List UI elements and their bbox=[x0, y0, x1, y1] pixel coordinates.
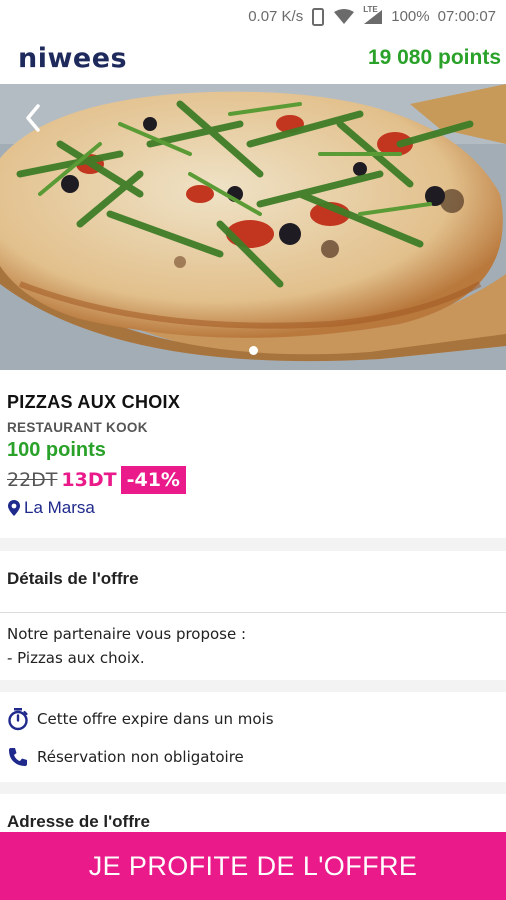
section-divider bbox=[0, 538, 506, 551]
chevron-left-icon bbox=[26, 104, 40, 132]
niwees-logo[interactable]: niwees bbox=[18, 43, 127, 74]
clock: 07:00:07 bbox=[437, 8, 496, 25]
phone-icon bbox=[9, 748, 27, 766]
offer-photo-carousel[interactable] bbox=[0, 84, 506, 370]
address-heading: Adresse de l'offre bbox=[0, 794, 506, 834]
offer-conditions: Cette offre expire dans un mois Réservat… bbox=[0, 692, 506, 782]
map-pin-icon bbox=[8, 500, 20, 516]
new-price: 13DT bbox=[61, 469, 117, 491]
location-name: La Marsa bbox=[24, 498, 95, 517]
network-type: LTE bbox=[363, 4, 378, 14]
offer-title: PIZZAS AUX CHOIX bbox=[7, 392, 181, 412]
offer-summary: PIZZAS AUX CHOIX RESTAURANT KOOK 100 poi… bbox=[0, 370, 506, 538]
pizza-photo bbox=[0, 84, 506, 370]
section-divider bbox=[0, 782, 506, 794]
timer-icon bbox=[8, 708, 28, 731]
points-balance[interactable]: 19 080 points bbox=[368, 46, 501, 70]
offer-points-cost: 100 points bbox=[7, 439, 106, 461]
details-line: Notre partenaire vous propose : bbox=[7, 625, 247, 643]
status-bar: 0.07 K/s LTE 100% 07:00:07 bbox=[0, 0, 506, 33]
carousel-indicator-dot[interactable] bbox=[249, 346, 258, 355]
price-row: 22DT 13DT -41% bbox=[7, 466, 499, 494]
details-heading: Détails de l'offre bbox=[0, 551, 506, 613]
expiry-row: Cette offre expire dans un mois bbox=[7, 700, 499, 738]
section-divider bbox=[0, 680, 506, 692]
reservation-row: Réservation non obligatoire bbox=[7, 738, 499, 776]
wifi-icon bbox=[333, 8, 355, 25]
discount-badge: -41% bbox=[120, 466, 186, 494]
old-price: 22DT bbox=[7, 469, 58, 491]
network-speed: 0.07 K/s bbox=[248, 8, 304, 25]
details-description: Notre partenaire vous propose : - Pizzas… bbox=[0, 614, 506, 680]
claim-offer-button[interactable]: JE PROFITE DE L'OFFRE bbox=[0, 832, 506, 900]
location-link[interactable]: La Marsa bbox=[7, 498, 499, 518]
vibrate-icon bbox=[311, 7, 325, 26]
battery-level: 100% bbox=[391, 8, 430, 25]
details-line: - Pizzas aux choix. bbox=[7, 649, 145, 667]
lte-signal-icon: LTE bbox=[363, 5, 383, 25]
reservation-text: Réservation non obligatoire bbox=[37, 748, 244, 766]
back-button[interactable] bbox=[18, 101, 48, 135]
restaurant-name: RESTAURANT KOOK bbox=[7, 420, 148, 435]
expiry-text: Cette offre expire dans un mois bbox=[37, 710, 274, 728]
app-header: niwees 19 080 points bbox=[0, 33, 506, 83]
